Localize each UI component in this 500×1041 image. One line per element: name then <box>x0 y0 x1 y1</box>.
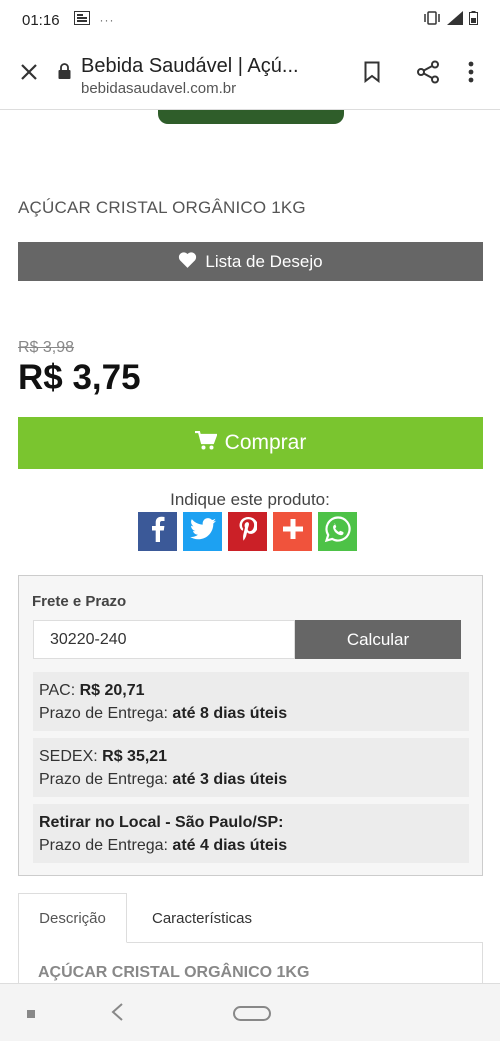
tab-characteristics[interactable]: Características <box>128 893 276 943</box>
calculate-button[interactable]: Calcular <box>295 620 461 659</box>
description-title: AÇÚCAR CRISTAL ORGÂNICO 1KG <box>38 964 310 981</box>
bookmark-button[interactable] <box>344 47 400 103</box>
product-title: AÇÚCAR CRISTAL ORGÂNICO 1KG <box>18 198 306 217</box>
vibrate-icon <box>423 11 441 29</box>
more-options-button[interactable] <box>456 47 486 103</box>
deadline-label: Prazo de Entrega: <box>39 705 168 722</box>
share-pinterest-button[interactable] <box>228 512 267 551</box>
share-more-button[interactable] <box>273 512 312 551</box>
status-time: 01:16 <box>22 11 60 29</box>
facebook-icon <box>151 516 165 547</box>
product-image <box>158 110 344 124</box>
heart-icon <box>178 251 197 273</box>
lock-icon <box>58 62 71 84</box>
buy-button[interactable]: Comprar <box>18 417 483 469</box>
share-buttons <box>138 512 357 551</box>
pinterest-icon <box>239 516 258 547</box>
share-facebook-button[interactable] <box>138 512 177 551</box>
shipping-calculator: Frete e Prazo Calcular PAC: R$ 20,71 Pra… <box>18 575 483 876</box>
option-name: Retirar no Local - São Paulo/SP: <box>39 814 284 831</box>
twitter-icon <box>189 518 216 545</box>
browser-toolbar: Bebida Saudável | Açú... bebidasaudavel.… <box>0 40 500 110</box>
address-area[interactable]: Bebida Saudável | Açú... bebidasaudavel.… <box>58 53 344 97</box>
share-twitter-button[interactable] <box>183 512 222 551</box>
recents-button[interactable] <box>27 1010 35 1018</box>
cart-icon <box>194 430 218 456</box>
option-deadline: até 3 dias úteis <box>172 771 288 788</box>
plus-icon <box>282 518 304 545</box>
notification-icon <box>73 11 90 29</box>
tab-description[interactable]: Descrição <box>18 893 127 943</box>
current-price: R$ 3,75 <box>18 358 141 397</box>
share-whatsapp-button[interactable] <box>318 512 357 551</box>
share-page-button[interactable] <box>400 47 456 103</box>
option-price: R$ 35,21 <box>102 748 168 765</box>
wishlist-label: Lista de Desejo <box>205 251 323 271</box>
option-deadline: até 4 dias úteis <box>172 837 288 854</box>
share-label: Indique este produto: <box>170 490 330 509</box>
close-icon <box>20 63 38 86</box>
shipping-option-pac: PAC: R$ 20,71 Prazo de Entrega: até 8 di… <box>33 672 469 731</box>
more-vertical-icon <box>468 61 474 88</box>
wishlist-button[interactable]: Lista de Desejo <box>18 242 483 281</box>
product-tabs: Descrição Características <box>18 893 483 943</box>
back-button[interactable] <box>110 1002 124 1027</box>
page-title: Bebida Saudável | Açú... <box>81 54 299 77</box>
option-price: R$ 20,71 <box>79 682 145 699</box>
option-deadline: até 8 dias úteis <box>172 705 288 722</box>
shipping-option-sedex: SEDEX: R$ 35,21 Prazo de Entrega: até 3 … <box>33 738 469 797</box>
option-name: PAC: <box>39 682 76 699</box>
cep-input[interactable] <box>33 620 295 659</box>
status-bar: 01:16 ··· <box>0 0 500 40</box>
deadline-label: Prazo de Entrega: <box>39 837 168 854</box>
battery-icon <box>469 11 478 29</box>
shipping-option-pickup: Retirar no Local - São Paulo/SP: Prazo d… <box>33 804 469 863</box>
signal-icon <box>447 11 463 29</box>
bookmark-icon <box>364 61 380 88</box>
shipping-title: Frete e Prazo <box>32 593 127 610</box>
home-button[interactable] <box>233 1006 271 1021</box>
whatsapp-icon <box>324 515 352 548</box>
back-chevron-icon <box>110 1003 124 1026</box>
page-url: bebidasaudavel.com.br <box>81 79 237 97</box>
status-overflow-dots: ··· <box>99 13 115 27</box>
buy-label: Comprar <box>224 431 307 454</box>
system-nav-bar <box>0 983 500 1041</box>
old-price: R$ 3,98 <box>18 339 75 356</box>
close-tab-button[interactable] <box>0 40 58 110</box>
option-name: SEDEX: <box>39 748 98 765</box>
deadline-label: Prazo de Entrega: <box>39 771 168 788</box>
share-icon <box>416 60 440 89</box>
